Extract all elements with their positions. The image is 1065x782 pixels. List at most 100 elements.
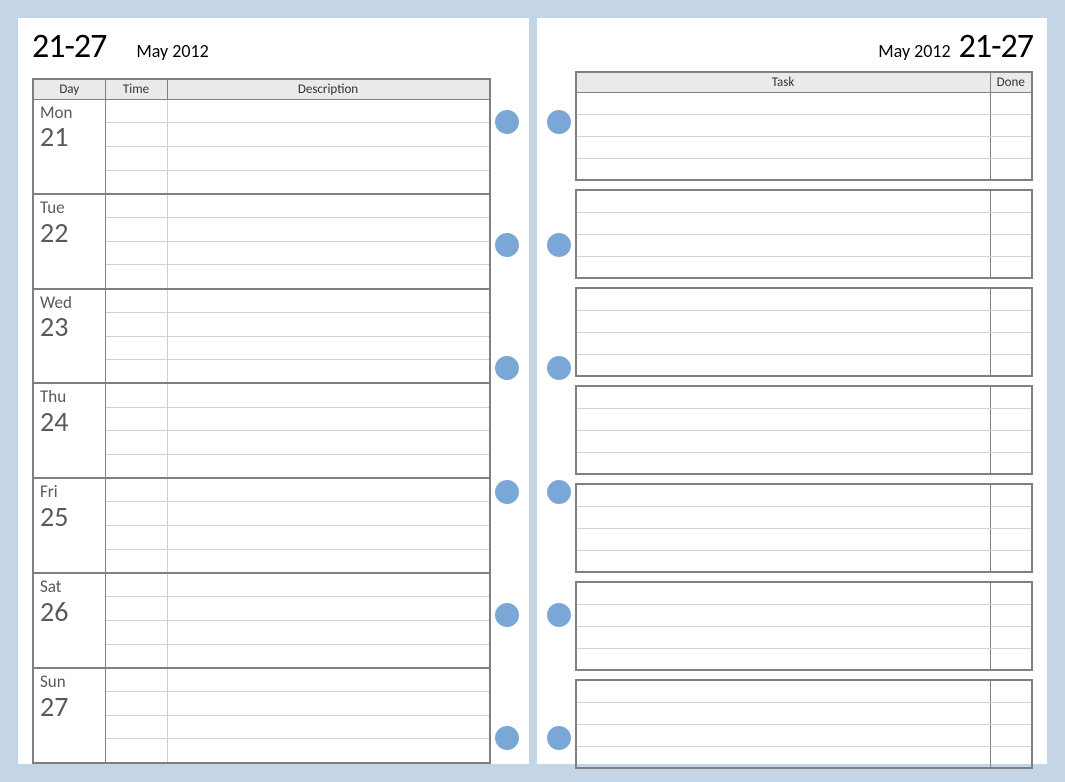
task-cell[interactable] xyxy=(576,484,991,506)
time-cell[interactable] xyxy=(105,383,167,407)
description-cell[interactable] xyxy=(167,383,490,407)
task-cell[interactable] xyxy=(576,354,991,376)
done-cell[interactable] xyxy=(990,724,1032,746)
time-cell[interactable] xyxy=(105,502,167,526)
task-cell[interactable] xyxy=(576,114,991,136)
time-cell[interactable] xyxy=(105,715,167,739)
description-cell[interactable] xyxy=(167,549,490,573)
done-cell[interactable] xyxy=(990,234,1032,256)
description-cell[interactable] xyxy=(167,597,490,621)
time-cell[interactable] xyxy=(105,455,167,479)
task-cell[interactable] xyxy=(576,506,991,528)
time-cell[interactable] xyxy=(105,668,167,692)
task-cell[interactable] xyxy=(576,528,991,550)
task-cell[interactable] xyxy=(576,724,991,746)
done-cell[interactable] xyxy=(990,452,1032,474)
time-cell[interactable] xyxy=(105,218,167,242)
done-cell[interactable] xyxy=(990,310,1032,332)
time-cell[interactable] xyxy=(105,265,167,289)
time-cell[interactable] xyxy=(105,194,167,218)
description-cell[interactable] xyxy=(167,739,490,763)
done-cell[interactable] xyxy=(990,408,1032,430)
task-cell[interactable] xyxy=(576,582,991,604)
description-cell[interactable] xyxy=(167,218,490,242)
time-cell[interactable] xyxy=(105,360,167,384)
task-cell[interactable] xyxy=(576,626,991,648)
description-cell[interactable] xyxy=(167,526,490,550)
time-cell[interactable] xyxy=(105,620,167,644)
description-cell[interactable] xyxy=(167,573,490,597)
done-cell[interactable] xyxy=(990,430,1032,452)
task-cell[interactable] xyxy=(576,746,991,768)
description-cell[interactable] xyxy=(167,123,490,147)
description-cell[interactable] xyxy=(167,620,490,644)
task-cell[interactable] xyxy=(576,702,991,724)
description-cell[interactable] xyxy=(167,668,490,692)
done-cell[interactable] xyxy=(990,386,1032,408)
task-cell[interactable] xyxy=(576,310,991,332)
done-cell[interactable] xyxy=(990,604,1032,626)
done-cell[interactable] xyxy=(990,550,1032,572)
task-cell[interactable] xyxy=(576,212,991,234)
task-cell[interactable] xyxy=(576,550,991,572)
done-cell[interactable] xyxy=(990,190,1032,212)
description-cell[interactable] xyxy=(167,265,490,289)
description-cell[interactable] xyxy=(167,455,490,479)
description-cell[interactable] xyxy=(167,170,490,194)
done-cell[interactable] xyxy=(990,136,1032,158)
time-cell[interactable] xyxy=(105,644,167,668)
done-cell[interactable] xyxy=(990,212,1032,234)
time-cell[interactable] xyxy=(105,336,167,360)
time-cell[interactable] xyxy=(105,692,167,716)
done-cell[interactable] xyxy=(990,648,1032,670)
done-cell[interactable] xyxy=(990,680,1032,702)
description-cell[interactable] xyxy=(167,336,490,360)
description-cell[interactable] xyxy=(167,431,490,455)
done-cell[interactable] xyxy=(990,92,1032,114)
time-cell[interactable] xyxy=(105,123,167,147)
time-cell[interactable] xyxy=(105,312,167,336)
description-cell[interactable] xyxy=(167,194,490,218)
done-cell[interactable] xyxy=(990,528,1032,550)
task-cell[interactable] xyxy=(576,408,991,430)
time-cell[interactable] xyxy=(105,573,167,597)
done-cell[interactable] xyxy=(990,626,1032,648)
description-cell[interactable] xyxy=(167,644,490,668)
task-cell[interactable] xyxy=(576,190,991,212)
description-cell[interactable] xyxy=(167,715,490,739)
description-cell[interactable] xyxy=(167,692,490,716)
done-cell[interactable] xyxy=(990,332,1032,354)
task-cell[interactable] xyxy=(576,430,991,452)
time-cell[interactable] xyxy=(105,241,167,265)
done-cell[interactable] xyxy=(990,158,1032,180)
time-cell[interactable] xyxy=(105,549,167,573)
time-cell[interactable] xyxy=(105,170,167,194)
time-cell[interactable] xyxy=(105,478,167,502)
description-cell[interactable] xyxy=(167,312,490,336)
task-cell[interactable] xyxy=(576,648,991,670)
done-cell[interactable] xyxy=(990,702,1032,724)
task-cell[interactable] xyxy=(576,92,991,114)
time-cell[interactable] xyxy=(105,739,167,763)
description-cell[interactable] xyxy=(167,407,490,431)
done-cell[interactable] xyxy=(990,484,1032,506)
task-cell[interactable] xyxy=(576,452,991,474)
description-cell[interactable] xyxy=(167,478,490,502)
task-cell[interactable] xyxy=(576,158,991,180)
time-cell[interactable] xyxy=(105,289,167,313)
time-cell[interactable] xyxy=(105,99,167,123)
task-cell[interactable] xyxy=(576,680,991,702)
task-cell[interactable] xyxy=(576,386,991,408)
time-cell[interactable] xyxy=(105,407,167,431)
description-cell[interactable] xyxy=(167,99,490,123)
done-cell[interactable] xyxy=(990,506,1032,528)
description-cell[interactable] xyxy=(167,146,490,170)
task-cell[interactable] xyxy=(576,234,991,256)
done-cell[interactable] xyxy=(990,114,1032,136)
time-cell[interactable] xyxy=(105,597,167,621)
description-cell[interactable] xyxy=(167,360,490,384)
done-cell[interactable] xyxy=(990,354,1032,376)
description-cell[interactable] xyxy=(167,289,490,313)
done-cell[interactable] xyxy=(990,746,1032,768)
time-cell[interactable] xyxy=(105,526,167,550)
